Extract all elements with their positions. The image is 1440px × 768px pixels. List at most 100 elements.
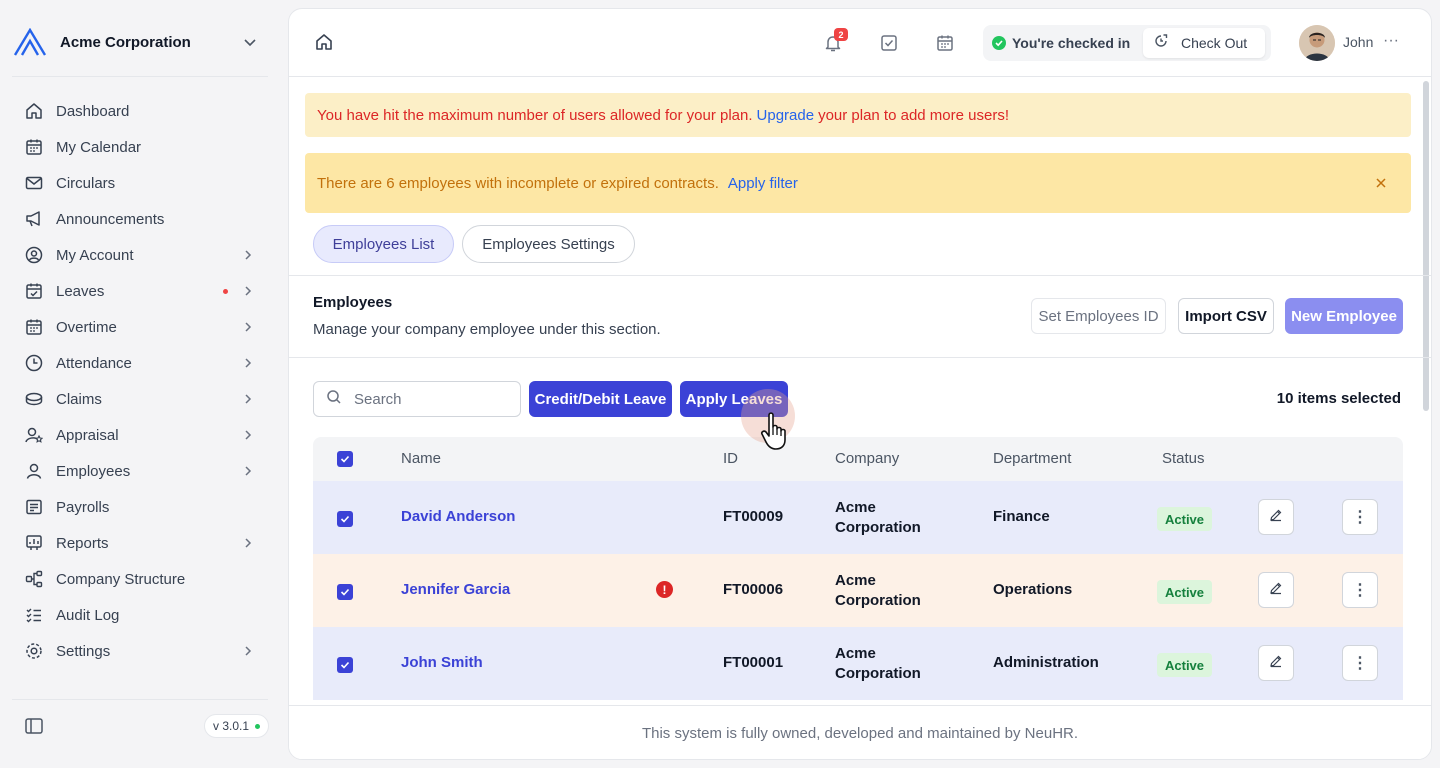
user-name[interactable]: John [1343,34,1373,50]
search-box [313,381,521,417]
sidebar-item-audit-log[interactable]: Audit Log [12,597,268,633]
scrollbar[interactable] [1423,81,1429,411]
alert-text: There are 6 employees with incomplete or… [317,174,719,192]
gear-icon [24,641,44,661]
sidebar-item-settings[interactable]: Settings [12,633,268,669]
sidebar-item-my-calendar[interactable]: My Calendar [12,129,268,165]
calendar-icon[interactable] [934,32,956,54]
column-header-company[interactable]: Company [835,450,899,467]
sidebar-item-announcements[interactable]: Announcements [12,201,268,237]
pencil-icon [1269,654,1283,672]
column-header-id[interactable]: ID [723,450,738,467]
section-description: Manage your company employee under this … [313,321,661,338]
employee-name-link[interactable]: John Smith [401,654,483,671]
home-icon[interactable] [313,31,335,53]
warning-icon[interactable]: ! [656,581,673,598]
sidebar-item-my-account[interactable]: My Account [12,237,268,273]
checkin-status-box: You're checked in Check Out [983,25,1271,61]
close-icon[interactable] [1373,175,1389,191]
sidebar-item-label: My Account [56,246,134,264]
sidebar-item-label: Employees [56,462,131,480]
avatar[interactable] [1299,25,1335,61]
employee-name-link[interactable]: David Anderson [401,508,515,525]
new-employee-button[interactable]: New Employee [1285,298,1403,334]
hierarchy-icon [24,569,44,589]
edit-button[interactable] [1258,645,1294,681]
chevron-right-icon [240,427,256,443]
row-actions-button[interactable]: ⋮ [1342,645,1378,681]
edit-button[interactable] [1258,499,1294,535]
sidebar-item-dashboard[interactable]: Dashboard [12,93,268,129]
import-csv-button[interactable]: Import CSV [1178,298,1274,334]
apply-filter-link[interactable]: Apply filter [728,175,798,192]
chevron-down-icon[interactable] [238,30,262,54]
hand-pointer-icon [759,411,795,451]
status-badge: Active [1157,580,1213,604]
bell-icon[interactable]: 2 [822,28,848,54]
tabs-divider [289,275,1431,276]
column-header-department[interactable]: Department [993,450,1071,467]
table-header: Name ID Company Department Status [313,437,1403,481]
notification-dot [223,289,228,294]
version-label: v 3.0.1 [213,719,250,733]
sidebar-item-appraisal[interactable]: Appraisal [12,417,268,453]
tab-employees-settings[interactable]: Employees Settings [462,225,635,263]
more-horizontal-icon[interactable]: ··· [1381,31,1401,51]
row-checkbox[interactable] [337,657,353,673]
sidebar-item-attendance[interactable]: Attendance [12,345,268,381]
checklist-icon [24,605,44,625]
sidebar-item-reports[interactable]: Reports [12,525,268,561]
credit-debit-leave-button[interactable]: Credit/Debit Leave [529,381,672,417]
chevron-right-icon [240,391,256,407]
column-header-status[interactable]: Status [1162,450,1205,467]
row-checkbox[interactable] [337,511,353,527]
company-logo-icon [12,26,48,58]
sidebar-nav: Dashboard My Calendar Circulars Announce… [12,93,268,669]
sidebar-item-label: Circulars [56,174,116,192]
sidebar-item-claims[interactable]: Claims [12,381,268,417]
notification-badge: 2 [834,28,848,41]
user-circle-icon [24,245,44,265]
calendar-clock-icon [24,317,44,337]
report-icon [24,533,44,553]
search-input[interactable] [354,390,504,408]
sidebar-toggle-icon[interactable] [24,716,44,736]
employee-company: Acme Corporation [835,645,921,682]
column-header-name[interactable]: Name [401,450,441,467]
upgrade-link[interactable]: Upgrade [757,107,815,124]
sidebar-item-label: Settings [56,642,111,660]
row-actions-button[interactable]: ⋮ [1342,499,1378,535]
row-checkbox[interactable] [337,584,353,600]
sidebar-item-circulars[interactable]: Circulars [12,165,268,201]
sidebar-item-leaves[interactable]: Leaves [12,273,268,309]
set-employees-id-button[interactable]: Set Employees ID [1031,298,1166,334]
employee-id: FT00006 [723,581,784,598]
employee-company: Acme Corporation [835,499,921,536]
select-all-checkbox[interactable] [337,451,353,467]
edit-button[interactable] [1258,572,1294,608]
section-divider [289,357,1431,358]
check-out-button[interactable]: Check Out [1143,28,1265,58]
sidebar-item-payrolls[interactable]: Payrolls [12,489,268,525]
plan-limit-alert: You have hit the maximum number of users… [305,93,1411,137]
sidebar-item-overtime[interactable]: Overtime [12,309,268,345]
employee-id: FT00009 [723,508,784,525]
employee-name-link[interactable]: Jennifer Garcia [401,581,510,598]
coins-icon [24,389,44,409]
employee-company: Acme Corporation [835,572,921,609]
sidebar-item-label: Announcements [56,210,165,228]
sidebar: Acme Corporation Dashboard My Calendar C… [0,0,280,768]
chevron-right-icon [240,247,256,263]
alert-text: You have hit the maximum number of users… [317,106,753,124]
search-icon [326,389,342,409]
selected-count: 10 items selected [1276,390,1401,407]
top-bar: 2 You're checked in Check Out John ··· [289,9,1431,77]
sidebar-item-company-structure[interactable]: Company Structure [12,561,268,597]
row-actions-button[interactable]: ⋮ [1342,572,1378,608]
sidebar-item-employees[interactable]: Employees [12,453,268,489]
company-switcher[interactable]: Acme Corporation [12,24,268,60]
version-badge: v 3.0.1 [204,714,270,738]
task-check-icon[interactable] [878,32,900,54]
contracts-alert: There are 6 employees with incomplete or… [305,153,1411,213]
tab-employees-list[interactable]: Employees List [313,225,454,263]
